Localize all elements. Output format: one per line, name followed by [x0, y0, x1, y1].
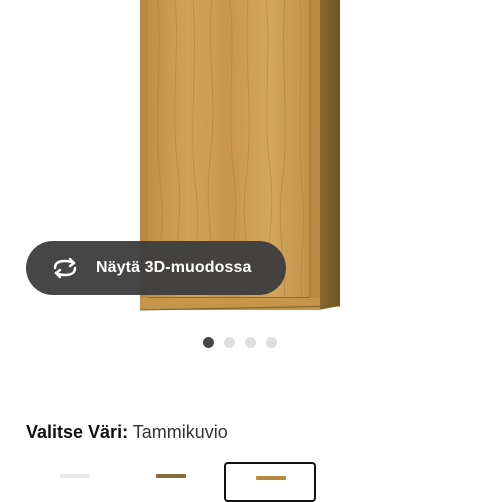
carousel-dot-2[interactable]	[224, 337, 235, 348]
swatch-thumbnail	[60, 474, 90, 478]
color-swatch-walnut[interactable]	[126, 462, 218, 502]
view-3d-label: Näytä 3D-muodossa	[96, 259, 252, 276]
color-swatch-white[interactable]	[30, 462, 122, 502]
carousel-dot-3[interactable]	[245, 337, 256, 348]
carousel-dot-4[interactable]	[266, 337, 277, 348]
rotate-3d-icon	[50, 256, 80, 280]
view-3d-button[interactable]: Näytä 3D-muodossa	[26, 241, 286, 295]
color-selector-heading: Valitse Väri: Tammikuvio	[26, 422, 228, 443]
carousel-dot-1[interactable]	[203, 337, 214, 348]
color-selected-value: Tammikuvio	[132, 422, 228, 442]
swatch-thumbnail	[156, 474, 186, 478]
color-swatch-oak[interactable]	[224, 462, 316, 502]
color-selector-label: Valitse Väri:	[26, 422, 129, 442]
carousel-dots	[0, 337, 480, 349]
swatch-thumbnail	[256, 476, 286, 480]
